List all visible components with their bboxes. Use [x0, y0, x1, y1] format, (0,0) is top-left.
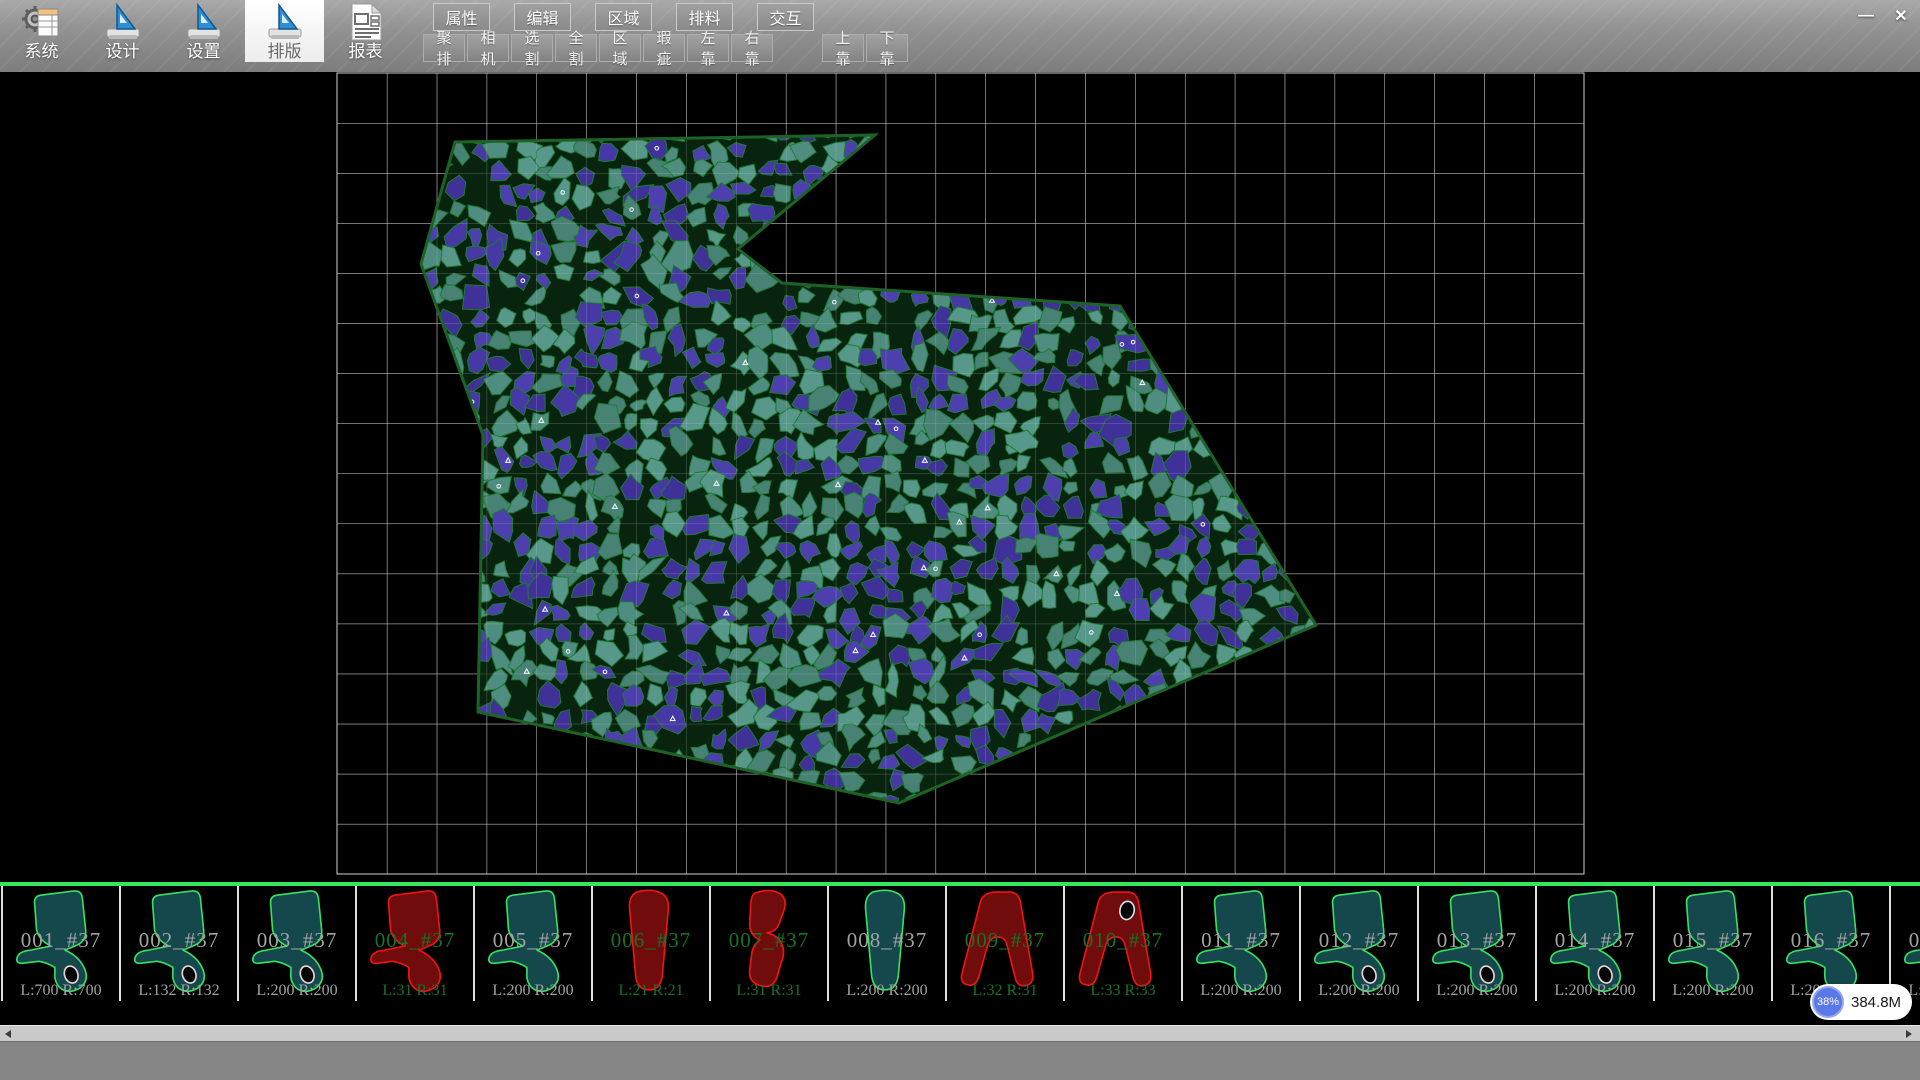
piece-thumbnail-006_#37[interactable]: 006_#37 L:21 R:21 — [591, 886, 709, 1001]
progress-percent-circle: 38% — [1812, 986, 1844, 1018]
horizontal-scrollbar[interactable] — [0, 1025, 1920, 1041]
action-button-上靠[interactable]: 上靠 — [822, 34, 864, 62]
piece-thumbnail-015_#37[interactable]: 015_#37 L:200 R:200 — [1653, 886, 1771, 1001]
module-button-label: 设置 — [187, 42, 221, 61]
main-toolbar: 系统 设计 设置 排版 报表 属性编辑区域排料交互 聚排相机选割全割区域瑕 — [0, 0, 1920, 72]
piece-thumbnail-009_#37[interactable]: 009_#37 L:32 R:31 — [945, 886, 1063, 1001]
action-button-选割[interactable]: 选割 — [511, 34, 553, 62]
piece-shape — [9, 887, 113, 999]
piece-shape — [953, 887, 1057, 999]
module-button-报表[interactable]: 报表 — [326, 0, 405, 62]
piece-shape — [245, 887, 349, 999]
memory-usage-label: 384.8M — [1851, 994, 1901, 1011]
chevron-left-icon[interactable] — [5, 1030, 13, 1038]
settings-ruler-icon — [183, 2, 225, 42]
piece-shape — [127, 887, 231, 999]
status-bar — [0, 1041, 1920, 1080]
minimize-button[interactable]: — — [1851, 3, 1881, 29]
piece-shape — [1897, 887, 1920, 999]
progress-badge: 38% 384.8M — [1810, 984, 1912, 1020]
piece-shape — [1425, 887, 1529, 999]
piece-shape — [363, 887, 467, 999]
module-button-设置[interactable]: 设置 — [164, 0, 243, 62]
action-button-左靠[interactable]: 左靠 — [687, 34, 729, 62]
close-button[interactable]: ✕ — [1886, 3, 1916, 29]
piece-thumbnail-008_#37[interactable]: 008_#37 L:200 R:200 — [827, 886, 945, 1001]
chevron-right-icon[interactable] — [1906, 1030, 1914, 1038]
module-button-label: 排版 — [268, 42, 302, 61]
nesting-ruler-icon — [264, 2, 306, 42]
report-icon — [345, 2, 387, 42]
module-button-系统[interactable]: 系统 — [2, 0, 81, 62]
piece-thumbnail-005_#37[interactable]: 005_#37 L:200 R:200 — [473, 886, 591, 1001]
piece-thumbnail-003_#37[interactable]: 003_#37 L:200 R:200 — [237, 886, 355, 1001]
window-controls: — ✕ — [1851, 3, 1916, 29]
module-button-label: 报表 — [349, 42, 383, 61]
piece-shape — [1543, 887, 1647, 999]
piece-thumbnail-002_#37[interactable]: 002_#37 L:132 R:132 — [119, 886, 237, 1001]
piece-thumbnail-007_#37[interactable]: 007_#37 L:31 R:31 — [709, 886, 827, 1001]
piece-shape — [599, 887, 703, 999]
design-ruler-icon — [102, 2, 144, 42]
piece-thumbnail-012_#37[interactable]: 012_#37 L:200 R:200 — [1299, 886, 1417, 1001]
module-buttons: 系统 设计 设置 排版 报表 — [2, 0, 405, 62]
piece-thumbnail-001_#37[interactable]: 001_#37 L:700 R:700 — [1, 886, 119, 1001]
nesting-canvas[interactable] — [0, 72, 1920, 882]
action-button-聚排[interactable]: 聚排 — [423, 34, 465, 62]
piece-thumbnail-004_#37[interactable]: 004_#37 L:31 R:31 — [355, 886, 473, 1001]
piece-shape — [1307, 887, 1411, 999]
action-buttons: 聚排相机选割全割区域瑕疵左靠右靠 上靠下靠 — [423, 34, 908, 62]
piece-shape — [1189, 887, 1293, 999]
action-button-瑕疵[interactable]: 瑕疵 — [643, 34, 685, 62]
action-button-右靠[interactable]: 右靠 — [731, 34, 773, 62]
piece-thumbnail-010_#37[interactable]: 010_#37 L:33 R:33 — [1063, 886, 1181, 1001]
module-button-设计[interactable]: 设计 — [83, 0, 162, 62]
action-button-相机[interactable]: 相机 — [467, 34, 509, 62]
module-button-label: 设计 — [106, 42, 140, 61]
piece-thumbnail-013_#37[interactable]: 013_#37 L:200 R:200 — [1417, 886, 1535, 1001]
piece-thumbnail-strip: 001_#37 L:700 R:700 002_#37 L:132 R:132 … — [0, 886, 1920, 1001]
action-button-全割[interactable]: 全割 — [555, 34, 597, 62]
piece-thumbnail-011_#37[interactable]: 011_#37 L:200 R:200 — [1181, 886, 1299, 1001]
action-button-下靠[interactable]: 下靠 — [866, 34, 908, 62]
piece-shape — [1779, 887, 1883, 999]
piece-shape — [717, 887, 821, 999]
piece-shape — [1071, 887, 1175, 999]
piece-shape — [835, 887, 939, 999]
piece-shape — [1661, 887, 1765, 999]
system-gear-icon — [21, 2, 63, 42]
hide-layout-view[interactable] — [0, 72, 1920, 882]
piece-thumbnail-014_#37[interactable]: 014_#37 L:200 R:200 — [1535, 886, 1653, 1001]
action-button-区域[interactable]: 区域 — [599, 34, 641, 62]
module-button-label: 系统 — [25, 42, 59, 61]
module-button-排版[interactable]: 排版 — [245, 0, 324, 62]
piece-shape — [481, 887, 585, 999]
